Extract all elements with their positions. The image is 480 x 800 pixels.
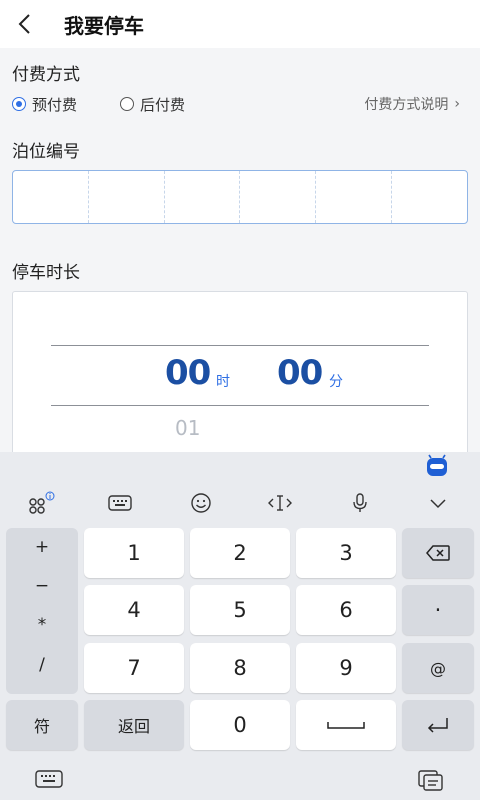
- radio-checked-icon: [12, 97, 26, 111]
- space-key[interactable]: [296, 700, 396, 750]
- back-button[interactable]: [12, 10, 40, 38]
- keyboard-toolbar: [0, 452, 480, 522]
- key-slash[interactable]: /: [6, 655, 78, 675]
- hours-value[interactable]: 00: [165, 353, 211, 393]
- voice-input-button[interactable]: [344, 490, 376, 516]
- berth-cell[interactable]: [316, 171, 393, 223]
- key-minus[interactable]: −: [6, 576, 78, 596]
- backspace-icon: [426, 545, 450, 561]
- key-3[interactable]: 3: [296, 528, 396, 578]
- app-header: 我要停车: [0, 0, 480, 48]
- key-at[interactable]: @: [402, 643, 474, 693]
- enter-key[interactable]: [402, 700, 474, 750]
- symbol-column: + − * /: [6, 528, 78, 694]
- collapse-keyboard-button[interactable]: [422, 490, 454, 516]
- minutes-value[interactable]: 00: [277, 353, 323, 393]
- emoji-button[interactable]: [185, 490, 217, 516]
- picker-top-line: [51, 345, 429, 346]
- key-1[interactable]: 1: [84, 528, 184, 578]
- page-title: 我要停车: [64, 14, 144, 38]
- apps-icon: [29, 491, 55, 514]
- emoji-icon: [191, 493, 211, 513]
- berth-cell[interactable]: [89, 171, 165, 223]
- keyboard-switch-button[interactable]: [104, 490, 136, 516]
- key-7[interactable]: 7: [84, 643, 184, 693]
- payment-help-link[interactable]: 付费方式说明 ›: [364, 92, 460, 116]
- key-asterisk[interactable]: *: [6, 615, 78, 635]
- parking-duration-title: 停车时长: [12, 263, 80, 283]
- numeric-keyboard: + − * / 1 2 3 4 5 6 · 7 8 9 @ 符 返回 0: [0, 452, 480, 800]
- chevron-right-icon: ›: [454, 96, 460, 112]
- keyboard-switch-icon[interactable]: [34, 768, 64, 790]
- key-5[interactable]: 5: [190, 585, 290, 635]
- minutes-unit: 分: [329, 374, 343, 390]
- picker-bottom-line: [51, 405, 429, 406]
- duration-picker[interactable]: 00 时 00 分 01: [12, 291, 468, 461]
- space-icon: [327, 722, 365, 729]
- payment-method-title: 付费方式: [12, 65, 80, 85]
- parking-form: 付费方式 预付费 后付费 付费方式说明 › 泊位编号 停车时长 00 时 00 …: [0, 48, 480, 461]
- keyboard-bottom-bar: [0, 758, 480, 800]
- key-dot[interactable]: ·: [402, 585, 474, 635]
- radio-unchecked-icon: [120, 97, 134, 111]
- back-arrow-icon: [18, 14, 30, 34]
- enter-icon: [427, 718, 448, 733]
- cursor-button[interactable]: [264, 490, 296, 516]
- key-0[interactable]: 0: [190, 700, 290, 750]
- berth-cell[interactable]: [13, 171, 89, 223]
- key-8[interactable]: 8: [190, 643, 290, 693]
- key-9[interactable]: 9: [296, 643, 396, 693]
- payment-help-label: 付费方式说明: [364, 97, 449, 113]
- apps-button[interactable]: [24, 490, 56, 516]
- assistant-mascot-icon[interactable]: [424, 454, 450, 478]
- berth-cell[interactable]: [240, 171, 317, 223]
- chevron-down-icon: [430, 499, 446, 509]
- symbols-key[interactable]: 符: [6, 700, 78, 750]
- prepay-label: 预付费: [32, 95, 78, 114]
- berth-number-input[interactable]: [12, 170, 468, 224]
- postpay-radio[interactable]: 后付费: [120, 92, 185, 116]
- postpay-label: 后付费: [140, 95, 186, 114]
- berth-number-title: 泊位编号: [12, 142, 80, 162]
- return-key[interactable]: 返回: [84, 700, 184, 750]
- berth-cell[interactable]: [392, 171, 467, 223]
- backspace-key[interactable]: [402, 528, 474, 578]
- mic-icon: [353, 493, 367, 512]
- berth-cell[interactable]: [165, 171, 241, 223]
- key-4[interactable]: 4: [84, 585, 184, 635]
- keyboard-icon: [108, 495, 132, 511]
- cursor-icon: [268, 495, 292, 511]
- key-2[interactable]: 2: [190, 528, 290, 578]
- payment-options: 预付费 后付费 付费方式说明 ›: [12, 92, 468, 116]
- prepay-radio[interactable]: 预付费: [12, 92, 77, 116]
- clipboard-icon[interactable]: [416, 768, 446, 792]
- key-plus[interactable]: +: [6, 537, 78, 557]
- hours-unit: 时: [216, 374, 230, 390]
- key-6[interactable]: 6: [296, 585, 396, 635]
- next-hours-value[interactable]: 01: [175, 416, 200, 440]
